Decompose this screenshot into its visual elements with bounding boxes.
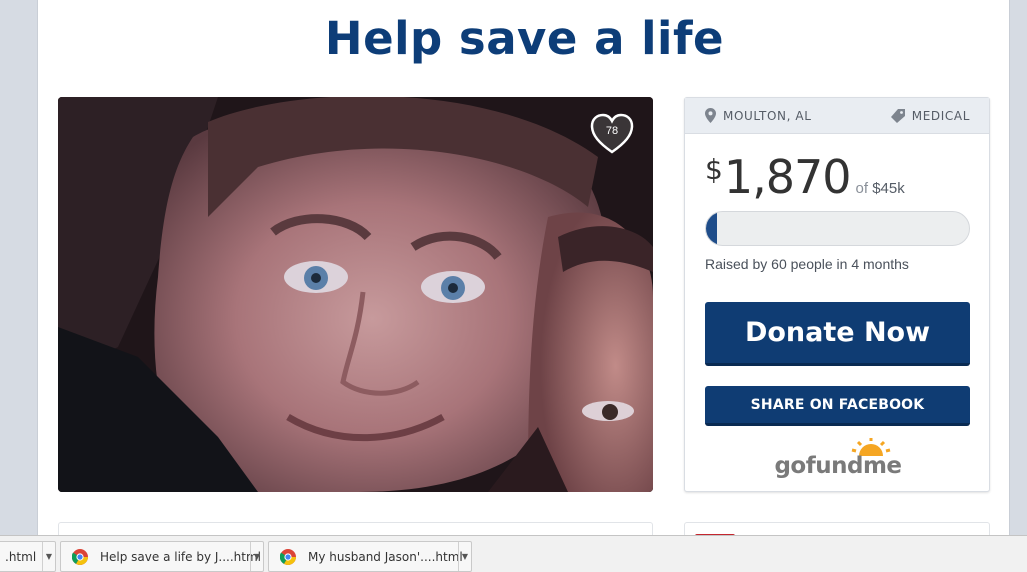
campaign-meta-bar: MOULTON, AL MEDICAL	[685, 98, 989, 134]
page-title: Help save a life	[324, 12, 725, 65]
chevron-down-icon[interactable]: ▼	[42, 542, 55, 571]
goal-value: $45k	[872, 180, 905, 197]
goal-text: of $45k	[856, 180, 905, 197]
gofundme-logo[interactable]: gofundme	[773, 438, 903, 480]
location-text: MOULTON, AL	[723, 108, 812, 123]
download-item[interactable]: My husband Jason'....html ▼	[268, 541, 472, 572]
chevron-down-icon[interactable]: ▼	[458, 542, 471, 571]
favorite-heart-button[interactable]: 78	[589, 113, 635, 155]
amount-value: 1,870	[723, 150, 852, 204]
donation-card: MOULTON, AL MEDICAL $ 1,870 of $45k Rais…	[684, 97, 990, 492]
campaign-photo[interactable]: 78	[58, 97, 653, 492]
download-shelf: .html ▼ Help save a life by J....html ▼ …	[0, 535, 1027, 572]
tag-icon	[890, 108, 905, 123]
category-label[interactable]: MEDICAL	[890, 108, 970, 123]
campaign-page: Help save a life 78 MOULTON, AL MEDICAL …	[37, 0, 1010, 542]
raised-mid: people in	[790, 256, 848, 272]
goal-prefix: of	[855, 180, 869, 197]
donor-count: 60	[771, 256, 787, 272]
campaign-photo-image	[58, 97, 653, 492]
location-pin-icon	[705, 108, 716, 123]
chrome-icon	[280, 548, 296, 565]
donate-now-button[interactable]: Donate Now	[705, 302, 970, 366]
chrome-icon	[72, 548, 88, 565]
download-item[interactable]: Help save a life by J....html ▼	[60, 541, 264, 572]
chevron-down-icon[interactable]: ▼	[250, 542, 263, 571]
gofundme-wordmark: gofundme	[774, 453, 902, 479]
download-filename: My husband Jason'....html	[308, 549, 463, 564]
download-filename: Help save a life by J....html	[100, 549, 261, 564]
raised-prefix: Raised by	[705, 256, 768, 272]
campaign-duration: 4 months	[851, 256, 909, 272]
location-label[interactable]: MOULTON, AL	[705, 108, 812, 123]
progress-bar	[705, 211, 970, 246]
raised-summary: Raised by 60 people in 4 months	[705, 256, 909, 272]
download-filename: .html	[5, 549, 37, 564]
progress-bar-fill	[706, 212, 717, 245]
share-facebook-button[interactable]: SHARE ON FACEBOOK	[705, 386, 970, 426]
currency-symbol: $	[705, 153, 723, 186]
download-item[interactable]: .html ▼	[0, 541, 56, 572]
amount-raised: $ 1,870 of $45k	[705, 150, 905, 204]
category-text: MEDICAL	[911, 108, 970, 123]
likes-count: 78	[605, 125, 619, 137]
